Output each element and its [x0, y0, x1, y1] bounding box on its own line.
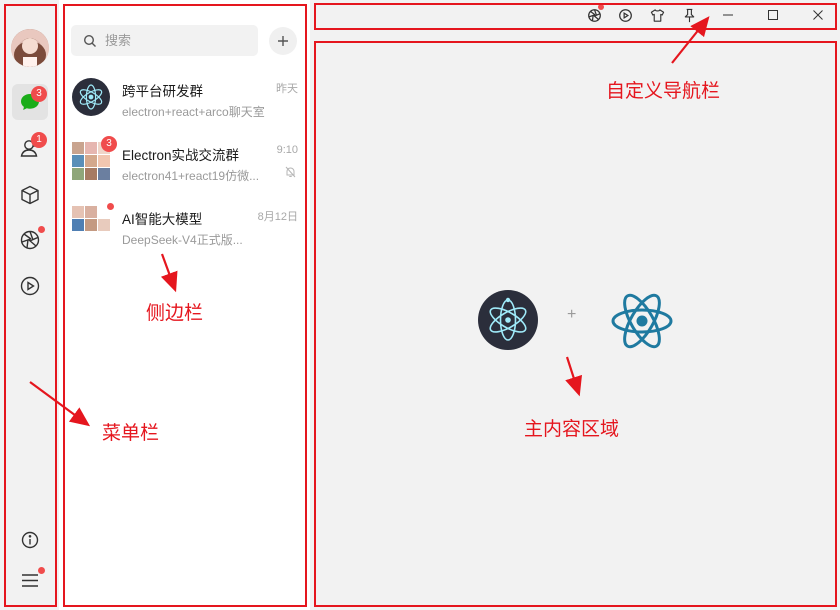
- main-highlight-box: [314, 41, 837, 607]
- menubar-highlight-box: [4, 4, 57, 607]
- annotation-sidebar-label: 侧边栏: [146, 302, 204, 324]
- titlebar-highlight-box: [314, 3, 837, 30]
- annotation-menubar-label: 菜单栏: [102, 422, 160, 444]
- annotation-titlebar-label: 自定义导航栏: [606, 80, 721, 102]
- annotation-main-label: 主内容区域: [524, 418, 620, 440]
- app-window: 3 1 搜索 跨平台研发群 electron+react+arco聊天室 昨天 …: [0, 0, 840, 610]
